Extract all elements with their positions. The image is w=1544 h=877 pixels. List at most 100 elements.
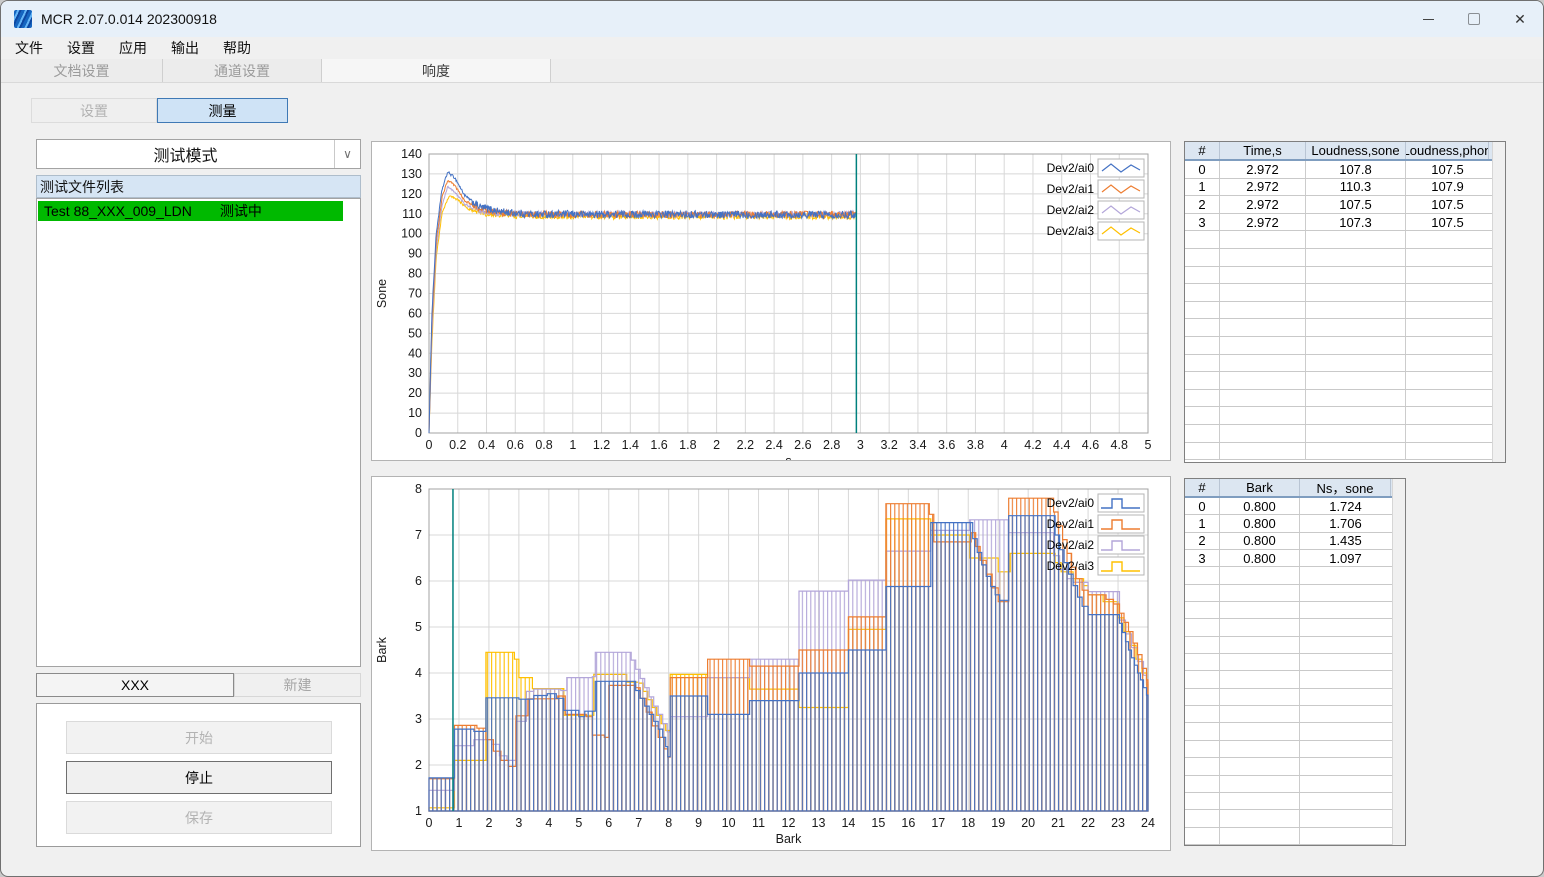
window-controls: ✕ <box>1405 1 1543 37</box>
tab-2[interactable]: 响度 <box>322 59 551 82</box>
table-cell: 107.5 <box>1431 196 1464 212</box>
table-row: 1 0.800 1.706 <box>1185 515 1392 533</box>
loudness-table-scrollbar[interactable] <box>1492 142 1505 462</box>
table-cell <box>1220 372 1306 389</box>
menu-item-0[interactable]: 文件 <box>3 36 55 60</box>
table-cell <box>1306 372 1406 389</box>
table-cell <box>1220 284 1306 301</box>
svg-text:15: 15 <box>871 816 885 830</box>
table-row <box>1185 372 1492 390</box>
table-cell <box>1220 654 1300 671</box>
close-button[interactable]: ✕ <box>1497 1 1543 37</box>
table-row <box>1185 636 1392 655</box>
table-row <box>1185 284 1492 302</box>
table-cell <box>1185 810 1220 827</box>
table-cell <box>1300 758 1391 774</box>
table-cell <box>1306 407 1406 424</box>
table-cell <box>1185 619 1220 636</box>
table-row: 1 2.972 110.3 107.9 <box>1185 178 1492 197</box>
svg-text:1: 1 <box>455 816 462 830</box>
table-cell <box>1300 776 1391 792</box>
table-cell <box>1300 637 1391 653</box>
table-cell <box>1300 706 1391 722</box>
table-cell <box>1220 301 1306 319</box>
table-cell: 2 <box>1185 196 1220 213</box>
tab-1[interactable]: 通道设置 <box>163 59 322 82</box>
table-cell <box>1185 775 1220 792</box>
table-row: 3 0.800 1.097 <box>1185 550 1392 568</box>
table-cell <box>1185 354 1220 372</box>
svg-text:4.4: 4.4 <box>1053 438 1070 452</box>
menu-item-1[interactable]: 设置 <box>55 36 107 60</box>
specific-loudness-chart[interactable]: 0 1 2 3 4 5 6 7 8 9 10 11 12 13 14 15 16 17 18 19 20 21 22 23 24… <box>372 477 1170 850</box>
bark-table-scrollbar[interactable] <box>1392 479 1405 845</box>
test-file-list-header: 测试文件列表 <box>36 175 361 198</box>
table-row <box>1185 654 1392 672</box>
table-cell <box>1220 827 1300 844</box>
table-cell: 0.800 <box>1220 550 1300 567</box>
table-row <box>1185 740 1392 759</box>
svg-text:0.4: 0.4 <box>478 438 495 452</box>
new-button[interactable]: 新建 <box>234 673 361 697</box>
table-header-row: # Time,s Loudness,sone Loudness,phon <box>1185 142 1492 161</box>
maximize-icon <box>1468 13 1480 25</box>
menu-item-4[interactable]: 帮助 <box>211 36 263 60</box>
maximize-button[interactable] <box>1451 1 1497 37</box>
subtab-settings[interactable]: 设置 <box>31 98 157 123</box>
svg-text:s: s <box>785 454 791 460</box>
table-cell: 2.972 <box>1220 213 1306 231</box>
svg-text:1.2: 1.2 <box>593 438 610 452</box>
xxx-button[interactable]: XXX <box>36 673 234 697</box>
table-cell: 3 <box>1185 550 1220 567</box>
table-cell: 0 <box>1185 161 1220 178</box>
test-mode-select[interactable]: 测试模式 ∨ <box>36 139 361 169</box>
table-cell <box>1300 810 1391 826</box>
table-cell: 1.435 <box>1329 533 1362 549</box>
table-cell <box>1220 792 1300 810</box>
svg-text:11: 11 <box>752 816 765 830</box>
table-cell <box>1406 425 1489 442</box>
subtab-measure[interactable]: 测量 <box>157 98 288 123</box>
table-cell <box>1306 284 1406 301</box>
tab-0[interactable]: 文档设置 <box>1 59 163 82</box>
table-cell <box>1185 584 1220 602</box>
start-button[interactable]: 开始 <box>66 721 332 754</box>
svg-text:1.6: 1.6 <box>650 438 667 452</box>
svg-text:6: 6 <box>605 816 612 830</box>
table-cell <box>1406 443 1489 460</box>
tab-strip: 文档设置 通道设置 响度 <box>1 59 1543 83</box>
table-row <box>1185 266 1492 285</box>
svg-text:1: 1 <box>415 804 422 818</box>
test-file-item[interactable]: Test 88_XXX_009_LDN 测试中 <box>38 201 343 221</box>
table-cell <box>1185 758 1220 775</box>
app-window: MCR 2.07.0.014 202300918 ✕ 文件 设置 应用 输出 帮助 文档… <box>0 0 1544 877</box>
minimize-button[interactable] <box>1405 1 1451 37</box>
table-cell <box>1185 688 1220 706</box>
table-row: 2 2.972 107.5 107.5 <box>1185 196 1492 214</box>
table-cell <box>1185 407 1220 424</box>
svg-text:2: 2 <box>713 438 720 452</box>
stop-button[interactable]: 停止 <box>66 761 332 794</box>
table-header-cell: Loudness,phon <box>1406 142 1489 159</box>
menu-item-2[interactable]: 应用 <box>107 36 159 60</box>
svg-text:5: 5 <box>1145 438 1152 452</box>
table-cell <box>1220 619 1300 636</box>
svg-text:3: 3 <box>415 712 422 726</box>
app-logo-icon <box>14 10 32 28</box>
table-cell <box>1185 723 1220 740</box>
svg-text:16: 16 <box>901 816 915 830</box>
svg-text:7: 7 <box>415 528 422 542</box>
svg-text:2.6: 2.6 <box>794 438 811 452</box>
svg-text:23: 23 <box>1111 816 1125 830</box>
table-cell <box>1185 424 1220 442</box>
menu-item-3[interactable]: 输出 <box>159 36 211 60</box>
table-row <box>1185 723 1392 741</box>
table-cell <box>1185 336 1220 354</box>
loudness-time-chart[interactable]: 0 0.2 0.4 0.6 0.8 1 1.2 1.4 1.6 1.8 2 2.2 2.4 2.6 2.8 3… <box>372 142 1170 468</box>
table-cell <box>1220 688 1300 706</box>
save-button[interactable]: 保存 <box>66 801 332 834</box>
table-header-cell: # <box>1185 479 1220 496</box>
table-cell <box>1220 424 1306 442</box>
svg-text:2.8: 2.8 <box>823 438 840 452</box>
table-cell <box>1306 266 1406 284</box>
